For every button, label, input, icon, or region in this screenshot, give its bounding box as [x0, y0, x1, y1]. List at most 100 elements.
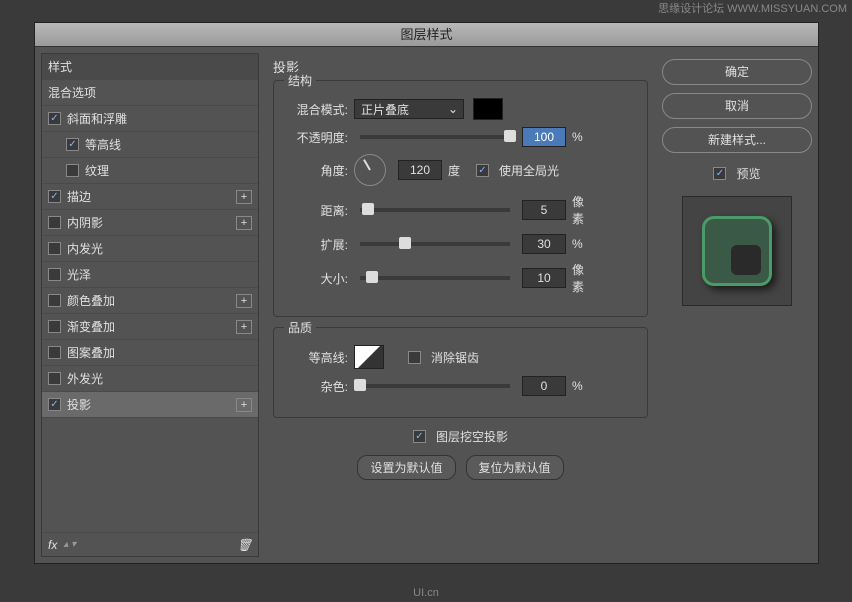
spread-label: 扩展: — [286, 236, 348, 253]
new-style-button[interactable]: 新建样式... — [662, 127, 812, 153]
preview-area — [682, 196, 792, 306]
blend-mode-label: 混合模式: — [286, 101, 348, 118]
sidebar-header[interactable]: 样式 — [42, 54, 258, 80]
angle-input[interactable]: 120 — [398, 160, 442, 180]
main-panel: 投影 结构 混合模式: 正片叠底 不透明度: 100 % 角度: 120 — [265, 53, 656, 557]
blend-mode-select[interactable]: 正片叠底 — [354, 99, 464, 119]
sidebar-item-等高线[interactable]: 等高线 — [42, 132, 258, 158]
preview-label: 预览 — [736, 165, 760, 182]
opacity-input[interactable]: 100 — [522, 127, 566, 147]
add-effect-icon[interactable]: + — [236, 320, 252, 334]
antialias-checkbox[interactable] — [408, 351, 421, 364]
right-panel: 确定 取消 新建样式... 预览 — [662, 53, 812, 557]
sidebar-item-渐变叠加[interactable]: 渐变叠加 + — [42, 314, 258, 340]
angle-label: 角度: — [286, 162, 348, 179]
sidebar-item-图案叠加[interactable]: 图案叠加 — [42, 340, 258, 366]
sidebar-blend-options[interactable]: 混合选项 — [42, 80, 258, 106]
size-label: 大小: — [286, 270, 348, 287]
style-checkbox[interactable] — [48, 190, 61, 203]
footer-logo: UI.cn — [413, 587, 439, 599]
contour-label: 等高线: — [286, 349, 348, 366]
structure-fieldset: 结构 混合模式: 正片叠底 不透明度: 100 % 角度: 120 度 — [273, 80, 648, 317]
sidebar-item-内阴影[interactable]: 内阴影 + — [42, 210, 258, 236]
opacity-slider[interactable] — [360, 135, 510, 139]
sidebar-item-纹理[interactable]: 纹理 — [42, 158, 258, 184]
style-checkbox[interactable] — [48, 346, 61, 359]
style-checkbox[interactable] — [48, 320, 61, 333]
style-label: 图案叠加 — [67, 344, 115, 361]
dialog-window: 图层样式 样式 混合选项 斜面和浮雕等高线纹理描边 + 内阴影 + 内发光光泽颜色叠加 +… — [34, 22, 819, 564]
add-effect-icon[interactable]: + — [236, 294, 252, 308]
shadow-color-swatch[interactable] — [473, 98, 503, 120]
style-checkbox[interactable] — [48, 242, 61, 255]
spread-slider[interactable] — [360, 242, 510, 246]
style-checkbox[interactable] — [66, 138, 79, 151]
size-input[interactable]: 10 — [522, 268, 566, 288]
distance-input[interactable]: 5 — [522, 200, 566, 220]
angle-unit: 度 — [448, 162, 470, 179]
style-checkbox[interactable] — [48, 294, 61, 307]
style-label: 颜色叠加 — [67, 292, 115, 309]
style-checkbox[interactable] — [48, 216, 61, 229]
noise-slider[interactable] — [360, 384, 510, 388]
style-checkbox[interactable] — [48, 112, 61, 125]
opacity-unit: % — [572, 130, 594, 144]
global-light-label: 使用全局光 — [499, 162, 559, 179]
sidebar-footer: fx ▴ ▾ 🗑 — [42, 532, 258, 556]
watermark: 思缘设计论坛 WWW.MISSYUAN.COM — [658, 0, 847, 16]
style-label: 光泽 — [67, 266, 91, 283]
styles-sidebar: 样式 混合选项 斜面和浮雕等高线纹理描边 + 内阴影 + 内发光光泽颜色叠加 + 渐变叠加 +… — [41, 53, 259, 557]
global-light-checkbox[interactable] — [476, 164, 489, 177]
angle-dial[interactable] — [354, 154, 386, 186]
sidebar-item-投影[interactable]: 投影 + — [42, 392, 258, 418]
reset-default-button[interactable]: 复位为默认值 — [466, 455, 564, 480]
style-label: 斜面和浮雕 — [67, 110, 127, 127]
style-label: 内阴影 — [67, 214, 103, 231]
style-checkbox[interactable] — [48, 372, 61, 385]
structure-legend: 结构 — [284, 72, 316, 89]
set-default-button[interactable]: 设置为默认值 — [357, 455, 455, 480]
ok-button[interactable]: 确定 — [662, 59, 812, 85]
noise-unit: % — [572, 379, 594, 393]
noise-label: 杂色: — [286, 378, 348, 395]
sidebar-item-描边[interactable]: 描边 + — [42, 184, 258, 210]
spread-unit: % — [572, 237, 594, 251]
preview-thumbnail — [702, 216, 772, 286]
sidebar-item-颜色叠加[interactable]: 颜色叠加 + — [42, 288, 258, 314]
add-effect-icon[interactable]: + — [236, 398, 252, 412]
contour-picker[interactable] — [354, 345, 384, 369]
size-slider[interactable] — [360, 276, 510, 280]
trash-icon[interactable]: 🗑 — [237, 538, 252, 552]
sidebar-item-外发光[interactable]: 外发光 — [42, 366, 258, 392]
add-effect-icon[interactable]: + — [236, 190, 252, 204]
distance-slider[interactable] — [360, 208, 510, 212]
fx-arrows-icon[interactable]: ▴ ▾ — [63, 539, 76, 550]
knockout-label: 图层挖空投影 — [436, 428, 508, 445]
add-effect-icon[interactable]: + — [236, 216, 252, 230]
sidebar-item-内发光[interactable]: 内发光 — [42, 236, 258, 262]
style-label: 等高线 — [85, 136, 121, 153]
style-checkbox[interactable] — [48, 268, 61, 281]
spread-input[interactable]: 30 — [522, 234, 566, 254]
sidebar-item-光泽[interactable]: 光泽 — [42, 262, 258, 288]
quality-fieldset: 品质 等高线: 消除锯齿 杂色: 0 % — [273, 327, 648, 418]
cancel-button[interactable]: 取消 — [662, 93, 812, 119]
style-label: 渐变叠加 — [67, 318, 115, 335]
distance-unit: 像素 — [572, 193, 594, 227]
style-label: 投影 — [67, 396, 91, 413]
dialog-title: 图层样式 — [35, 23, 818, 47]
fx-label[interactable]: fx — [48, 538, 57, 552]
sidebar-item-斜面和浮雕[interactable]: 斜面和浮雕 — [42, 106, 258, 132]
preview-checkbox[interactable] — [713, 167, 726, 180]
style-checkbox[interactable] — [48, 398, 61, 411]
style-label: 描边 — [67, 188, 91, 205]
section-title: 投影 — [273, 57, 648, 76]
style-label: 内发光 — [67, 240, 103, 257]
size-unit: 像素 — [572, 261, 594, 295]
style-label: 纹理 — [85, 162, 109, 179]
style-checkbox[interactable] — [66, 164, 79, 177]
distance-label: 距离: — [286, 202, 348, 219]
opacity-label: 不透明度: — [286, 129, 348, 146]
knockout-checkbox[interactable] — [413, 430, 426, 443]
noise-input[interactable]: 0 — [522, 376, 566, 396]
